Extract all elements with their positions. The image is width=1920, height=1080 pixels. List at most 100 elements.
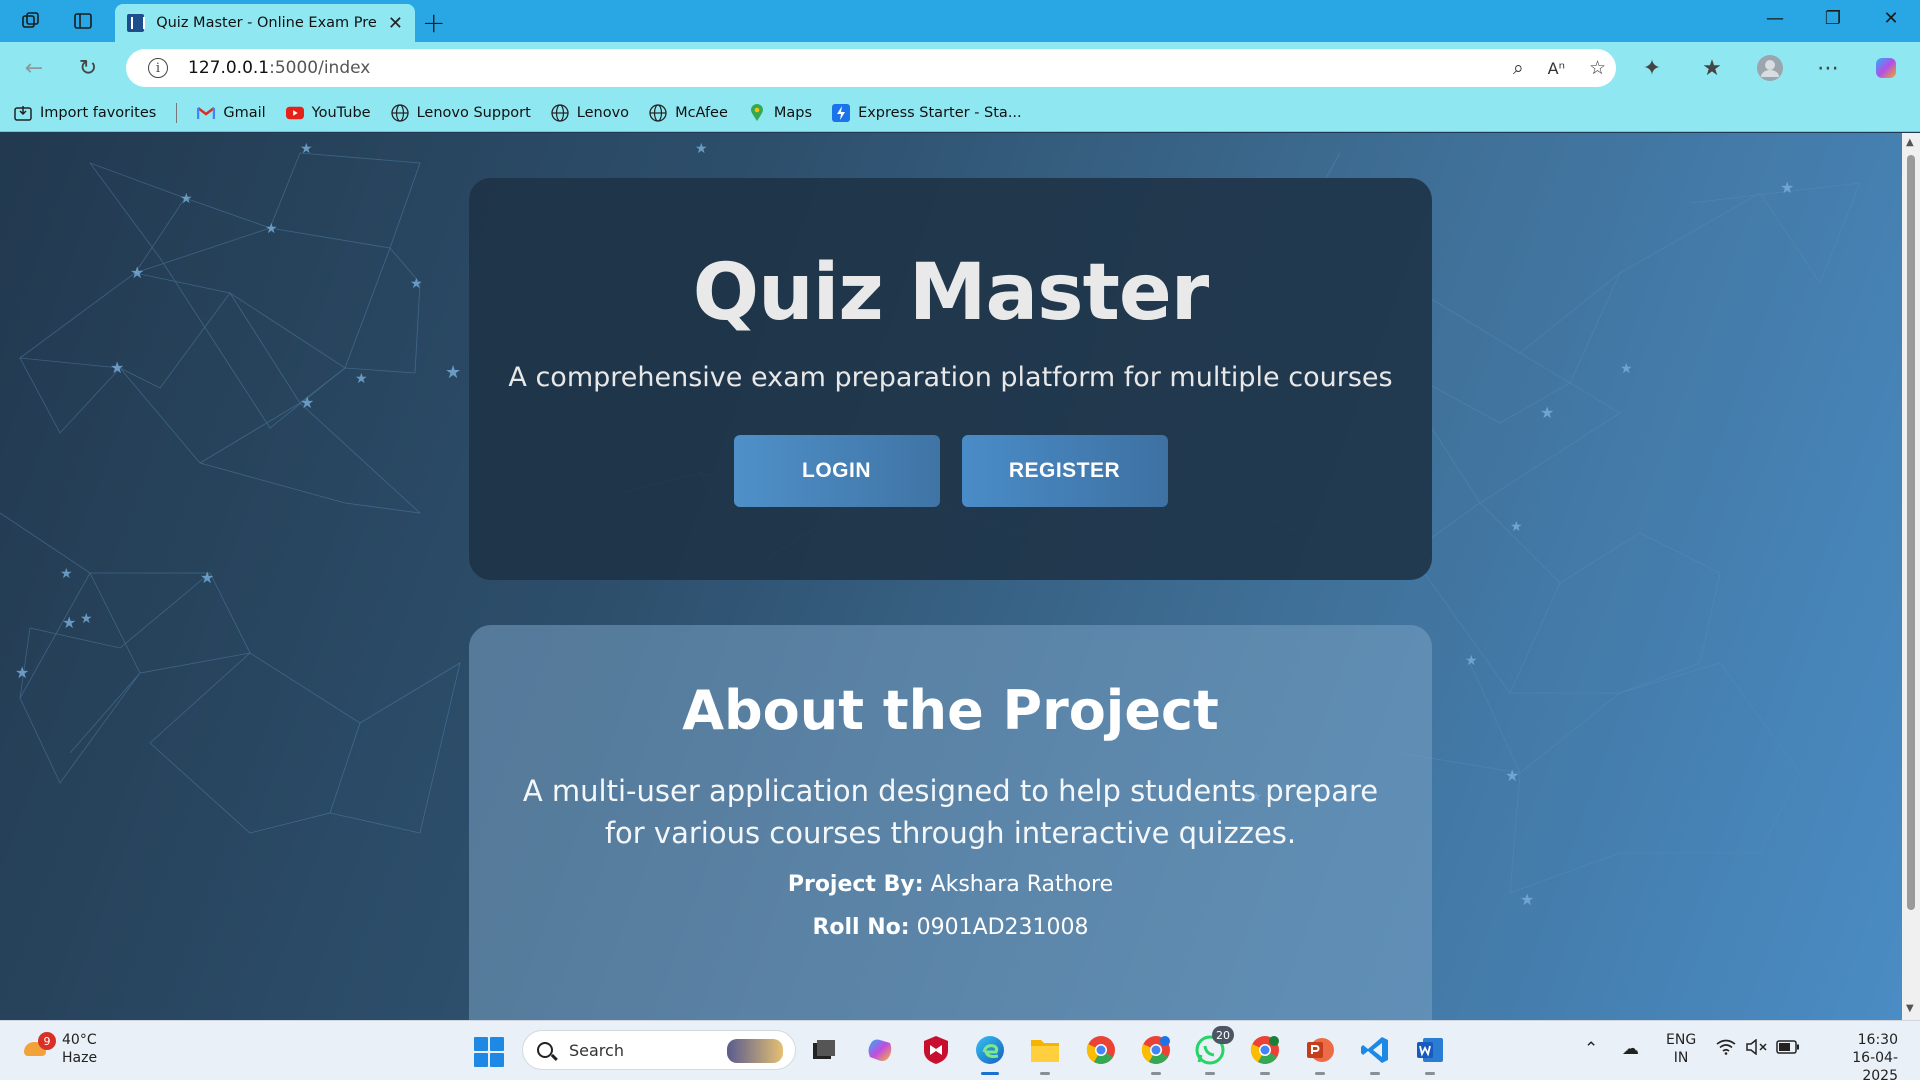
- chrome-app-icon[interactable]: [1083, 1032, 1119, 1068]
- extensions-icon[interactable]: ✦: [1636, 52, 1668, 84]
- login-button[interactable]: LOGIN: [733, 435, 940, 507]
- register-button[interactable]: REGISTER: [961, 435, 1168, 507]
- new-tab-button[interactable]: +: [422, 6, 445, 39]
- fav-import-favorites[interactable]: Import favorites: [14, 104, 156, 122]
- restore-button[interactable]: ❐: [1813, 8, 1853, 29]
- svg-text:★: ★: [15, 663, 29, 682]
- weather-icon: 9: [22, 1032, 56, 1064]
- more-options-icon[interactable]: ⋯: [1812, 52, 1844, 84]
- profile-avatar-icon[interactable]: [1754, 52, 1786, 84]
- weather-condition: Haze: [62, 1050, 98, 1066]
- battery-icon[interactable]: [1776, 1039, 1800, 1059]
- word-app-icon[interactable]: [1412, 1032, 1448, 1075]
- svg-text:★: ★: [1780, 178, 1794, 197]
- scroll-down-icon[interactable]: ▼: [1906, 1003, 1914, 1014]
- auth-buttons: LOGIN REGISTER: [469, 435, 1432, 507]
- workspaces-icon[interactable]: [18, 8, 44, 34]
- onedrive-icon[interactable]: ☁: [1622, 1039, 1639, 1059]
- search-highlight-image: [727, 1039, 783, 1063]
- roll-number: Roll No: 0901AD231008: [469, 915, 1432, 940]
- fav-lenovo-support[interactable]: Lenovo Support: [390, 103, 531, 122]
- project-by-value: Akshara Rathore: [930, 872, 1114, 897]
- express-icon: [832, 103, 851, 122]
- volume-muted-icon[interactable]: [1746, 1038, 1768, 1060]
- show-hidden-icons-icon[interactable]: ⌃: [1584, 1039, 1598, 1059]
- scroll-up-icon[interactable]: ▲: [1906, 137, 1914, 148]
- favorite-star-icon[interactable]: ☆: [1589, 57, 1606, 79]
- fav-mcafee[interactable]: McAfee: [649, 103, 728, 122]
- clock[interactable]: 16:30 16-04-2025: [1818, 1031, 1898, 1080]
- zoom-icon[interactable]: ⌕: [1513, 57, 1524, 79]
- globe-icon: [390, 103, 409, 122]
- fav-gmail[interactable]: Gmail: [197, 104, 266, 122]
- weather-widget[interactable]: 9 40°C Haze: [22, 1031, 97, 1067]
- read-aloud-icon[interactable]: Aⁿ: [1548, 59, 1565, 78]
- task-view-icon[interactable]: [806, 1032, 842, 1068]
- svg-text:★: ★: [1335, 133, 1348, 137]
- about-description: A multi-user application designed to hel…: [522, 774, 1379, 850]
- wifi-icon[interactable]: [1716, 1039, 1736, 1060]
- chrome-profile-a-icon[interactable]: [1138, 1032, 1174, 1075]
- mcafee-app-icon[interactable]: [918, 1032, 954, 1068]
- fav-label: Lenovo Support: [416, 104, 531, 121]
- svg-text:★: ★: [1540, 403, 1554, 422]
- svg-text:★: ★: [445, 362, 461, 383]
- about-title: About the Project: [682, 679, 1219, 742]
- navigation-bar: ← ↻ i 127.0.0.1:5000/index ⌕ Aⁿ ☆ ✦ ★ ⋯: [0, 42, 1920, 94]
- vertical-scrollbar[interactable]: ▲ ▼: [1902, 133, 1920, 1020]
- svg-text:★: ★: [410, 276, 423, 292]
- roll-label: Roll No:: [812, 915, 910, 940]
- fav-label: Maps: [773, 104, 813, 121]
- copilot-icon[interactable]: [1870, 52, 1902, 84]
- roll-value: 0901AD231008: [916, 915, 1089, 940]
- svg-text:★: ★: [110, 358, 124, 377]
- svg-text:★: ★: [200, 568, 214, 587]
- taskbar-search[interactable]: Search: [522, 1030, 796, 1070]
- fav-lenovo[interactable]: Lenovo: [551, 103, 629, 122]
- svg-text:★: ★: [1505, 766, 1519, 785]
- about-card: About the Project A multi-user applicati…: [469, 625, 1432, 1020]
- globe-icon: [551, 103, 569, 122]
- favorites-bar: Import favorites Gmail YouTube Lenovo Su…: [0, 94, 1920, 132]
- maps-icon: [748, 103, 766, 122]
- fav-maps[interactable]: Maps: [748, 103, 813, 122]
- fav-express-starter[interactable]: Express Starter - Sta...: [832, 103, 1022, 122]
- vscode-app-icon[interactable]: [1357, 1032, 1393, 1075]
- tab-active[interactable]: Quiz Master - Online Exam Preparation ✕: [115, 4, 415, 42]
- fav-label: McAfee: [675, 104, 728, 121]
- start-button[interactable]: [474, 1037, 504, 1067]
- language-indicator[interactable]: ENG IN: [1666, 1031, 1696, 1067]
- language-code: ENG: [1666, 1032, 1697, 1048]
- address-bar[interactable]: i 127.0.0.1:5000/index ⌕ Aⁿ ☆: [126, 49, 1616, 87]
- refresh-button[interactable]: ↻: [72, 52, 104, 84]
- tab-close-icon[interactable]: ✕: [388, 13, 403, 34]
- site-info-icon[interactable]: i: [148, 58, 168, 78]
- region-code: IN: [1673, 1050, 1689, 1066]
- tab-actions-icon[interactable]: [70, 8, 96, 34]
- close-window-button[interactable]: ✕: [1871, 8, 1911, 29]
- minimize-button[interactable]: —: [1755, 8, 1795, 29]
- copilot-app-icon[interactable]: [862, 1032, 898, 1068]
- scroll-thumb[interactable]: [1907, 155, 1915, 910]
- fav-youtube[interactable]: YouTube: [285, 104, 371, 122]
- chrome-profile-green-icon[interactable]: [1247, 1032, 1283, 1075]
- svg-text:★: ★: [80, 611, 93, 627]
- favorites-divider: [176, 102, 178, 123]
- project-by-label: Project By:: [787, 872, 924, 897]
- edge-app-icon[interactable]: [972, 1032, 1008, 1075]
- svg-text:★: ★: [300, 393, 314, 412]
- svg-text:★: ★: [695, 141, 708, 157]
- taskbar: 9 40°C Haze Search 20 ⌃ ☁ ENG IN 16:30 1…: [0, 1020, 1920, 1080]
- favorites-icon[interactable]: ★: [1696, 52, 1728, 84]
- hero-subtitle: A comprehensive exam preparation platfor…: [508, 362, 1393, 393]
- file-explorer-icon[interactable]: [1027, 1032, 1063, 1075]
- fav-label: Import favorites: [40, 104, 157, 121]
- globe-icon: [649, 103, 667, 122]
- powerpoint-app-icon[interactable]: [1302, 1032, 1338, 1075]
- whatsapp-app-icon[interactable]: 20: [1192, 1026, 1234, 1075]
- svg-text:★: ★: [62, 613, 76, 632]
- quiz-favicon-icon: [127, 14, 146, 32]
- fav-label: Gmail: [223, 104, 266, 121]
- back-button[interactable]: ←: [18, 52, 50, 84]
- url-text[interactable]: 127.0.0.1:5000/index: [188, 58, 370, 78]
